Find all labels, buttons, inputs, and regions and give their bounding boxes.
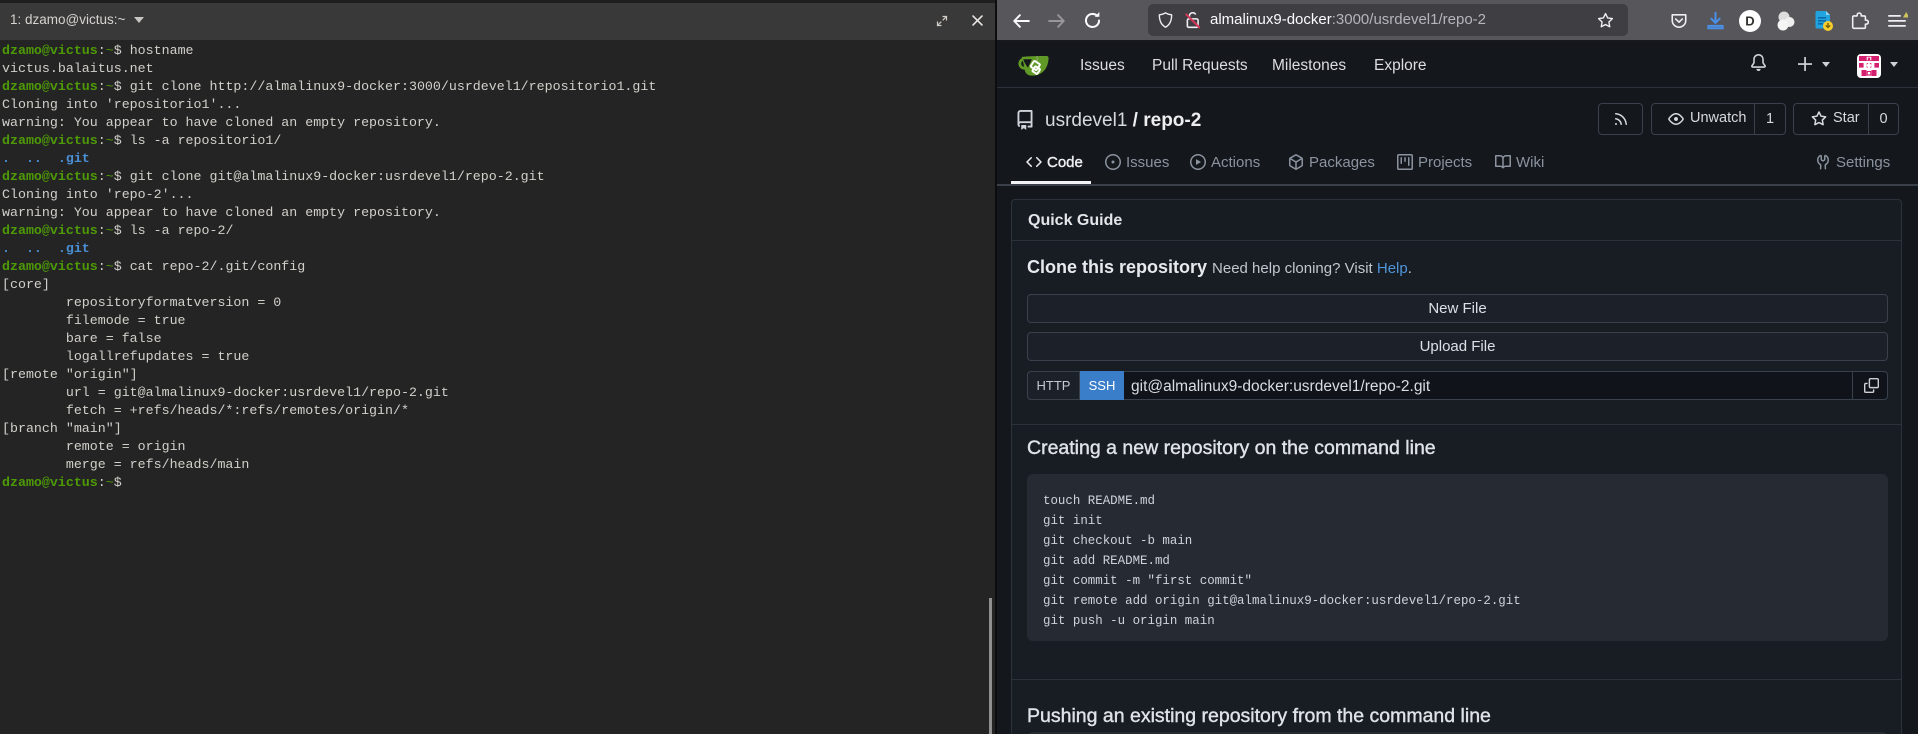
svg-text:D: D [1745, 14, 1754, 29]
